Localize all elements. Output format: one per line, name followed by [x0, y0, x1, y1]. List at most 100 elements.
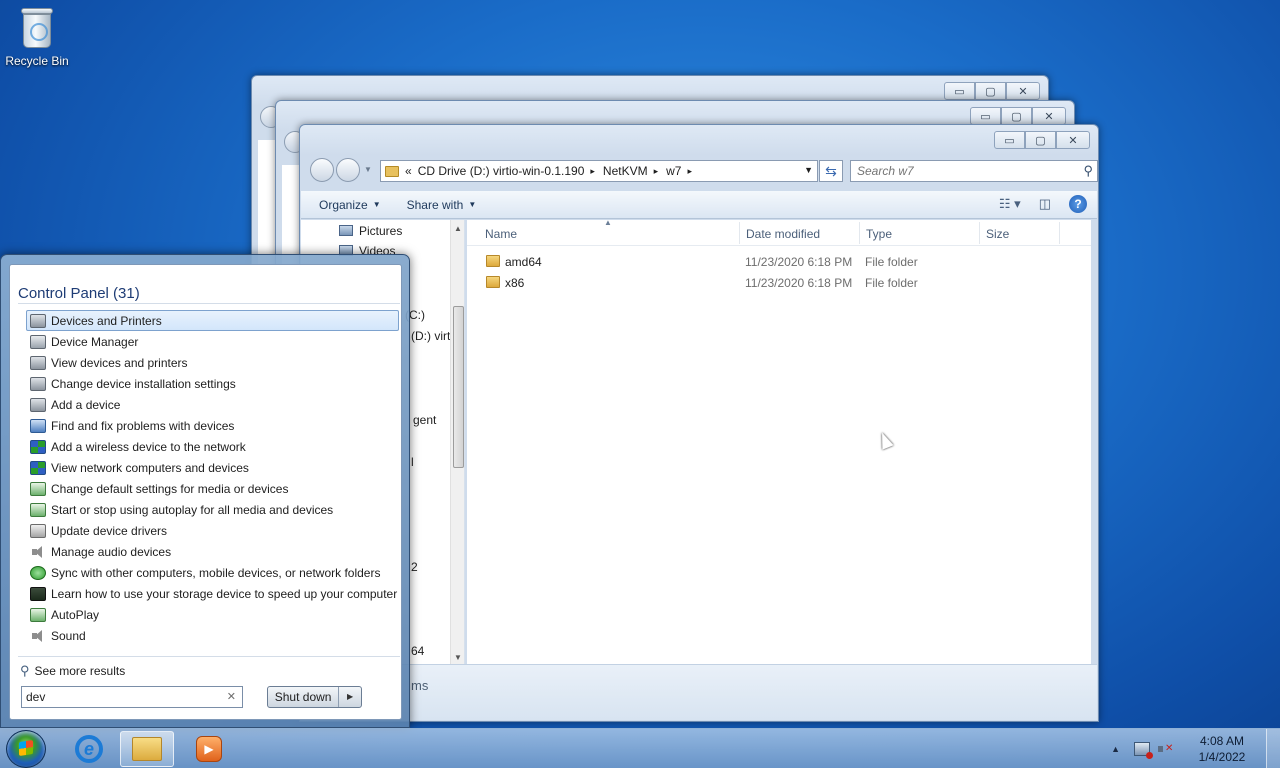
maximize-button[interactable]: ▢: [975, 82, 1006, 100]
minimize-button[interactable]: ▭: [970, 107, 1001, 125]
breadcrumb-netkvm[interactable]: NetKVM: [603, 164, 648, 178]
column-divider[interactable]: [739, 222, 740, 244]
close-button[interactable]: ✕: [1056, 131, 1090, 149]
clear-search-icon[interactable]: ✕: [227, 690, 236, 703]
recent-pages-dropdown-icon[interactable]: ▼: [364, 165, 372, 174]
show-desktop-button[interactable]: [1266, 729, 1280, 768]
column-type[interactable]: Type: [866, 227, 892, 241]
recycle-bin[interactable]: Recycle Bin: [4, 6, 70, 68]
shut-down-options-icon[interactable]: ▶: [339, 687, 361, 707]
breadcrumb-separator[interactable]: ▸: [654, 166, 659, 177]
result-label: Device Manager: [51, 334, 139, 349]
change-view-icon[interactable]: ☷ ▾: [999, 196, 1021, 212]
result-autoplay[interactable]: AutoPlay: [26, 604, 399, 625]
network-status-icon[interactable]: [1134, 742, 1153, 759]
result-learn-storage-device[interactable]: Learn how to use your storage device to …: [26, 583, 399, 604]
result-add-wireless-device[interactable]: Add a wireless device to the network: [26, 436, 399, 457]
search-box[interactable]: ⚲: [850, 160, 1098, 182]
details-pane: ms: [301, 664, 1097, 720]
maximize-button[interactable]: ▢: [1025, 131, 1056, 149]
result-add-a-device[interactable]: Add a device: [26, 394, 399, 415]
breadcrumb-separator[interactable]: ▸: [687, 166, 692, 177]
results-heading[interactable]: Control Panel (31): [18, 285, 140, 302]
scroll-thumb[interactable]: [453, 306, 464, 468]
breadcrumb-overflow[interactable]: «: [405, 164, 412, 178]
column-size[interactable]: Size: [986, 227, 1009, 241]
result-device-manager[interactable]: Device Manager: [26, 331, 399, 352]
scroll-up-icon[interactable]: ▲: [454, 224, 462, 233]
chevron-down-icon: ▼: [468, 200, 477, 209]
minimize-button[interactable]: ▭: [944, 82, 975, 100]
result-label: Sound: [51, 628, 86, 643]
result-find-and-fix-problems[interactable]: Find and fix problems with devices: [26, 415, 399, 436]
see-more-results-link[interactable]: ⚲ See more results: [20, 663, 125, 679]
share-with-label: Share with: [406, 197, 464, 212]
column-divider[interactable]: [859, 222, 860, 244]
nav-scrollbar[interactable]: ▲ ▼: [450, 220, 464, 666]
nav-item-partial[interactable]: 2: [411, 560, 418, 574]
minimize-button[interactable]: ▭: [994, 131, 1025, 149]
file-list[interactable]: ▲ Name Date modified Type Size amd64 11/…: [467, 218, 1091, 666]
result-label: Update device drivers: [51, 523, 168, 538]
result-update-device-drivers[interactable]: Update device drivers: [26, 520, 399, 541]
nav-item-partial[interactable]: 64: [411, 644, 424, 658]
share-with-menu[interactable]: Share with ▼: [399, 198, 485, 212]
result-devices-and-printers[interactable]: Devices and Printers: [26, 310, 399, 331]
volume-icon[interactable]: [1158, 742, 1174, 756]
taskbar-media-player[interactable]: ▶: [182, 731, 236, 767]
nav-item-pictures[interactable]: Pictures: [339, 224, 402, 238]
preview-pane-icon[interactable]: ◫: [1039, 196, 1051, 212]
address-bar[interactable]: « CD Drive (D:) virtio-win-0.1.190 ▸ Net…: [380, 160, 818, 182]
result-manage-audio-devices[interactable]: Manage audio devices: [26, 541, 399, 562]
column-date-modified[interactable]: Date modified: [746, 227, 820, 241]
clock[interactable]: 4:08 AM 1/4/2022: [1186, 733, 1258, 765]
result-change-device-installation-settings[interactable]: Change device installation settings: [26, 373, 399, 394]
column-name[interactable]: Name: [485, 227, 517, 241]
taskbar-windows-explorer[interactable]: [120, 731, 174, 767]
breadcrumb-cd-drive[interactable]: CD Drive (D:) virtio-win-0.1.190: [418, 164, 585, 178]
file-row[interactable]: amd64 11/23/2020 6:18 PM File folder: [483, 252, 1091, 272]
network-icon: [30, 460, 46, 475]
result-view-network-computers[interactable]: View network computers and devices: [26, 457, 399, 478]
file-row[interactable]: x86 11/23/2020 6:18 PM File folder: [483, 273, 1091, 293]
breadcrumb-w7[interactable]: w7: [666, 164, 681, 178]
nav-item-partial[interactable]: l: [411, 455, 414, 469]
result-change-default-media-settings[interactable]: Change default settings for media or dev…: [26, 478, 399, 499]
pictures-icon: [339, 225, 353, 236]
nav-item-cd-drive[interactable]: (D:) virt: [411, 329, 450, 343]
result-sync-center[interactable]: Sync with other computers, mobile device…: [26, 562, 399, 583]
column-divider[interactable]: [979, 222, 980, 244]
nav-item-agent[interactable]: gent: [413, 413, 436, 427]
search-input[interactable]: [851, 161, 1071, 181]
explorer-window[interactable]: ▭ ▢ ✕ ▼ « CD Drive (D:) virtio-win-0.1.1…: [299, 124, 1099, 722]
refresh-button[interactable]: ⇆: [819, 160, 843, 182]
forward-button[interactable]: [336, 158, 360, 182]
result-view-devices-and-printers[interactable]: View devices and printers: [26, 352, 399, 373]
column-divider[interactable]: [1059, 222, 1060, 244]
organize-menu[interactable]: Organize ▼: [311, 198, 389, 212]
folder-icon: [486, 255, 500, 267]
show-hidden-icons-icon[interactable]: ▲: [1111, 744, 1120, 754]
start-search-input[interactable]: [22, 687, 218, 707]
breadcrumb-separator[interactable]: ▸: [590, 166, 595, 177]
clock-date: 1/4/2022: [1198, 750, 1246, 764]
taskbar: e ▶ ▲ 4:08 AM 1/4/2022: [0, 728, 1280, 768]
taskbar-internet-explorer[interactable]: e: [62, 731, 116, 767]
shut-down-label[interactable]: Shut down: [268, 687, 340, 707]
sort-indicator-icon: ▲: [604, 218, 612, 227]
result-label: View network computers and devices: [51, 460, 249, 475]
start-search-box[interactable]: ✕: [21, 686, 243, 708]
back-button[interactable]: [310, 158, 334, 182]
close-button[interactable]: ✕: [1006, 82, 1040, 100]
start-button[interactable]: [6, 730, 46, 768]
maximize-button[interactable]: ▢: [1001, 107, 1032, 125]
scroll-down-icon[interactable]: ▼: [454, 653, 462, 662]
result-start-stop-autoplay[interactable]: Start or stop using autoplay for all med…: [26, 499, 399, 520]
shut-down-button[interactable]: Shut down ▶: [267, 686, 362, 708]
address-row: ▼ « CD Drive (D:) virtio-win-0.1.190 ▸ N…: [308, 157, 1098, 183]
close-button[interactable]: ✕: [1032, 107, 1066, 125]
address-dropdown-icon[interactable]: ▼: [804, 165, 813, 175]
windows-explorer-icon: [132, 737, 162, 761]
help-icon[interactable]: ?: [1069, 195, 1087, 213]
result-sound[interactable]: Sound: [26, 625, 399, 646]
